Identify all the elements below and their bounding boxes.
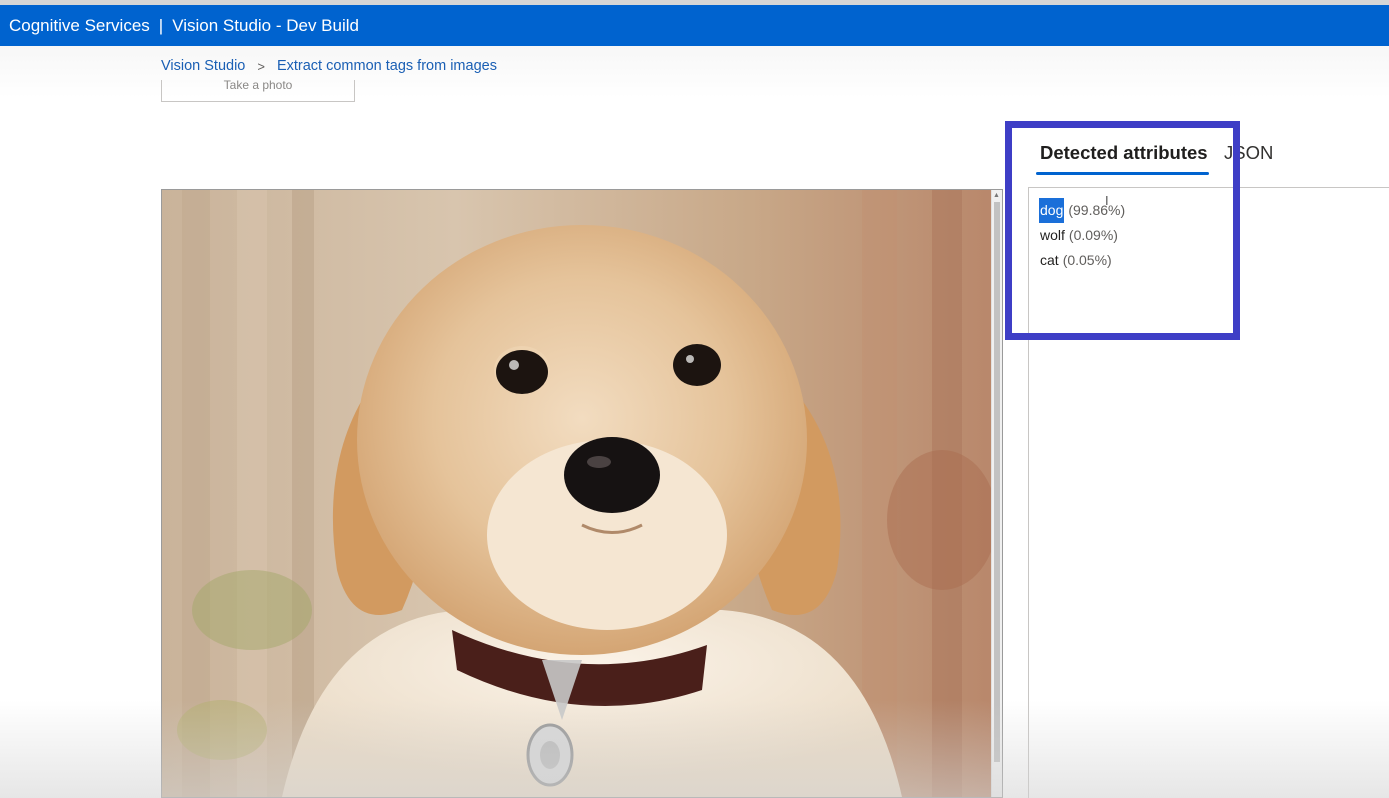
text-cursor-icon: I: [1105, 193, 1109, 208]
header-product[interactable]: Cognitive Services: [9, 16, 150, 36]
attribute-confidence: (99.86%): [1068, 202, 1126, 218]
image-scrollbar[interactable]: ▲: [991, 190, 1002, 797]
breadcrumb-root-link[interactable]: Vision Studio: [161, 58, 245, 74]
image-preview: ▲: [161, 189, 1003, 798]
tab-json[interactable]: JSON: [1224, 142, 1273, 164]
attribute-name: cat: [1040, 252, 1059, 268]
header-separator: |: [158, 15, 164, 35]
app-header: Cognitive Services | Vision Studio - Dev…: [0, 5, 1389, 46]
attribute-confidence: (0.09%): [1068, 227, 1118, 243]
scroll-up-arrow-icon[interactable]: ▲: [993, 192, 1000, 199]
puppy-image: [162, 190, 1002, 797]
breadcrumb-current[interactable]: Extract common tags from images: [277, 58, 497, 74]
attribute-name: wolf: [1040, 227, 1065, 243]
scrollbar-thumb[interactable]: [994, 202, 1000, 762]
active-tab-indicator: [1036, 172, 1209, 175]
breadcrumb: Vision Studio > Extract common tags from…: [161, 58, 497, 74]
take-photo-button[interactable]: Take a photo: [161, 80, 355, 102]
tab-detected-attributes[interactable]: Detected attributes: [1040, 142, 1208, 164]
list-item: dog (99.86%): [1039, 198, 1126, 223]
header-app-title[interactable]: Vision Studio - Dev Build: [172, 16, 359, 36]
list-item: wolf (0.09%): [1040, 223, 1125, 248]
list-item: cat (0.05%): [1040, 248, 1125, 273]
chevron-right-icon: >: [257, 58, 265, 74]
take-photo-label: Take a photo: [223, 80, 293, 92]
attribute-confidence: (0.05%): [1062, 252, 1112, 268]
attribute-name: dog: [1039, 198, 1065, 223]
result-tabs: Detected attributes JSON: [1016, 130, 1389, 176]
results-panel: dog (99.86%) wolf (0.09%) cat (0.05%): [1028, 187, 1389, 798]
detected-attributes-list: dog (99.86%) wolf (0.09%) cat (0.05%): [1039, 198, 1126, 273]
